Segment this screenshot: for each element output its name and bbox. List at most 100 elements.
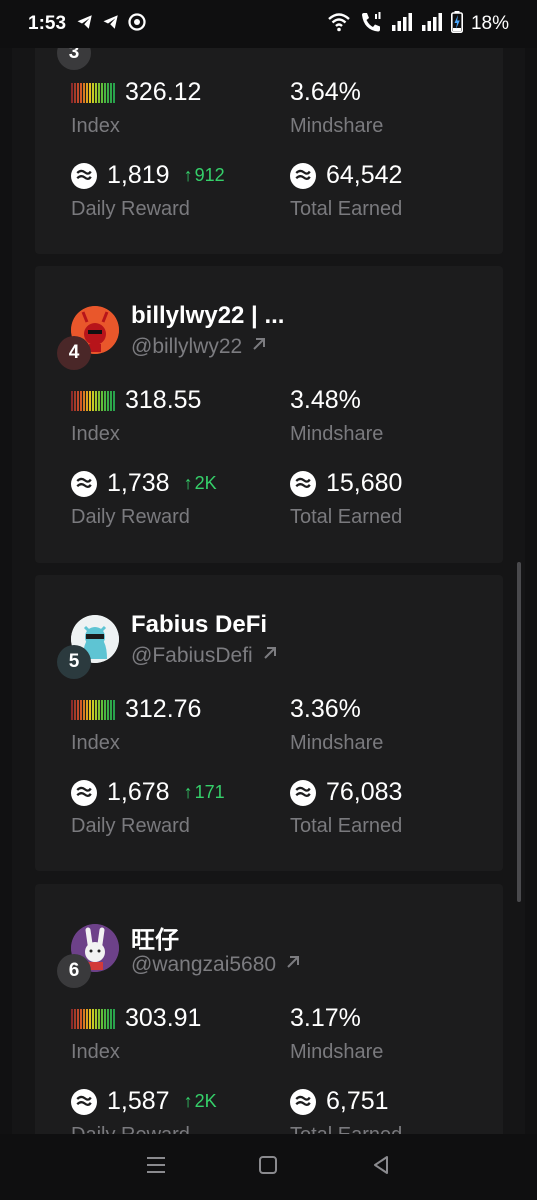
- meter-tick: [89, 390, 91, 411]
- meter-tick: [98, 1008, 100, 1029]
- mindshare-label: Mindshare: [290, 423, 384, 445]
- token-icon: [290, 162, 316, 189]
- user-handle-link[interactable]: @wangzai5680: [131, 953, 302, 977]
- user-name[interactable]: Fabius DeFi: [131, 611, 267, 639]
- home-icon: [257, 1154, 279, 1181]
- meter-tick: [107, 1008, 109, 1029]
- user-name[interactable]: billylwy22 | ...: [131, 302, 284, 330]
- index-meter: [71, 1008, 115, 1029]
- recent-apps-button[interactable]: [136, 1147, 176, 1187]
- index-meter: [71, 699, 115, 720]
- telegram-icon: [102, 13, 120, 36]
- daily-reward-value: 1,678: [107, 778, 170, 806]
- meter-tick: [74, 1008, 76, 1029]
- meter-tick: [86, 699, 88, 720]
- meter-tick: [86, 82, 88, 103]
- meter-tick: [101, 82, 103, 103]
- battery-percent: 18%: [470, 13, 509, 34]
- rank-badge: 4: [57, 336, 91, 370]
- meter-tick: [77, 82, 79, 103]
- meter-tick: [86, 1008, 88, 1029]
- leaderboard-card[interactable]: 6 旺仔 @wangzai5680 303.91 Index 3.17% Min…: [35, 884, 503, 1134]
- meter-tick: [110, 699, 112, 720]
- chrome-icon: [128, 12, 146, 36]
- meter-tick: [110, 390, 112, 411]
- signal-icon: [421, 12, 443, 37]
- leaderboard-list[interactable]: 3 326.12 Index 3.64% Mindshare 1,819 ↑ 9…: [12, 48, 525, 1134]
- user-name[interactable]: 旺仔: [131, 920, 179, 955]
- mindshare-value: 3.64%: [290, 78, 361, 106]
- meter-tick: [104, 390, 106, 411]
- token-icon: [290, 779, 316, 806]
- status-time: 1:53: [28, 13, 67, 34]
- meter-tick: [107, 699, 109, 720]
- daily-reward-label: Daily Reward: [71, 1124, 217, 1134]
- meter-tick: [92, 1008, 94, 1029]
- user-handle: @FabiusDefi: [131, 644, 253, 667]
- user-handle-link[interactable]: @billylwy22: [131, 335, 268, 359]
- back-button[interactable]: [361, 1147, 401, 1187]
- meter-tick: [89, 1008, 91, 1029]
- meter-tick: [104, 82, 106, 103]
- wifi-call-icon: [359, 11, 383, 38]
- token-icon: [71, 162, 97, 189]
- meter-tick: [113, 390, 115, 411]
- meter-tick: [92, 82, 94, 103]
- meter-tick: [71, 390, 73, 411]
- token-icon: [290, 1088, 316, 1115]
- daily-reward-value: 1,587: [107, 1087, 170, 1115]
- arrow-up-icon: ↑: [183, 782, 193, 802]
- meter-tick: [74, 390, 76, 411]
- meter-tick: [83, 82, 85, 103]
- index-value: 326.12: [125, 78, 202, 106]
- meter-tick: [107, 82, 109, 103]
- user-handle: @wangzai5680: [131, 953, 277, 976]
- scrollbar[interactable]: [517, 562, 521, 902]
- meter-tick: [113, 1008, 115, 1029]
- meter-tick: [77, 390, 79, 411]
- meter-tick: [98, 390, 100, 411]
- index-meter: [71, 82, 115, 103]
- meter-tick: [104, 699, 106, 720]
- leaderboard-card[interactable]: 5 Fabius DeFi @FabiusDefi 312.76 Index 3…: [35, 575, 503, 871]
- index-label: Index: [71, 1041, 120, 1063]
- meter-tick: [80, 1008, 82, 1029]
- daily-change: ↑ 2K: [184, 473, 217, 494]
- meter-tick: [71, 699, 73, 720]
- meter-tick: [89, 82, 91, 103]
- meter-tick: [83, 699, 85, 720]
- status-bar: 1:53 18%: [0, 0, 537, 48]
- rank-number: 6: [68, 960, 80, 981]
- total-earned-value: 76,083: [326, 778, 403, 806]
- meter-tick: [89, 699, 91, 720]
- external-link-icon: [261, 644, 279, 668]
- rank-number: 3: [68, 48, 80, 63]
- meter-tick: [83, 1008, 85, 1029]
- meter-tick: [101, 1008, 103, 1029]
- home-button[interactable]: [248, 1147, 288, 1187]
- meter-tick: [98, 82, 100, 103]
- index-label: Index: [71, 423, 120, 445]
- daily-change-value: 171: [194, 782, 225, 802]
- mindshare-label: Mindshare: [290, 115, 384, 137]
- arrow-up-icon: ↑: [183, 1091, 193, 1111]
- meter-tick: [71, 82, 73, 103]
- rank-badge: 3: [57, 48, 91, 70]
- leaderboard-card[interactable]: 4 billylwy22 | ... @billylwy22 318.55 In…: [35, 266, 503, 563]
- leaderboard-card[interactable]: 3 326.12 Index 3.64% Mindshare 1,819 ↑ 9…: [35, 48, 503, 254]
- external-link-icon: [284, 953, 302, 977]
- daily-reward-label: Daily Reward: [71, 506, 190, 528]
- meter-tick: [80, 82, 82, 103]
- index-value: 312.76: [125, 695, 202, 723]
- arrow-up-icon: ↑: [183, 165, 193, 185]
- meter-tick: [95, 1008, 97, 1029]
- external-link-icon: [250, 335, 268, 359]
- total-earned-label: Total Earned: [290, 1124, 402, 1134]
- user-handle-link[interactable]: @FabiusDefi: [131, 644, 279, 668]
- daily-reward-label: Daily Reward: [71, 815, 190, 837]
- meter-tick: [71, 1008, 73, 1029]
- index-meter: [71, 390, 115, 411]
- wifi-icon: [327, 12, 351, 37]
- meter-tick: [107, 390, 109, 411]
- token-icon: [290, 470, 316, 497]
